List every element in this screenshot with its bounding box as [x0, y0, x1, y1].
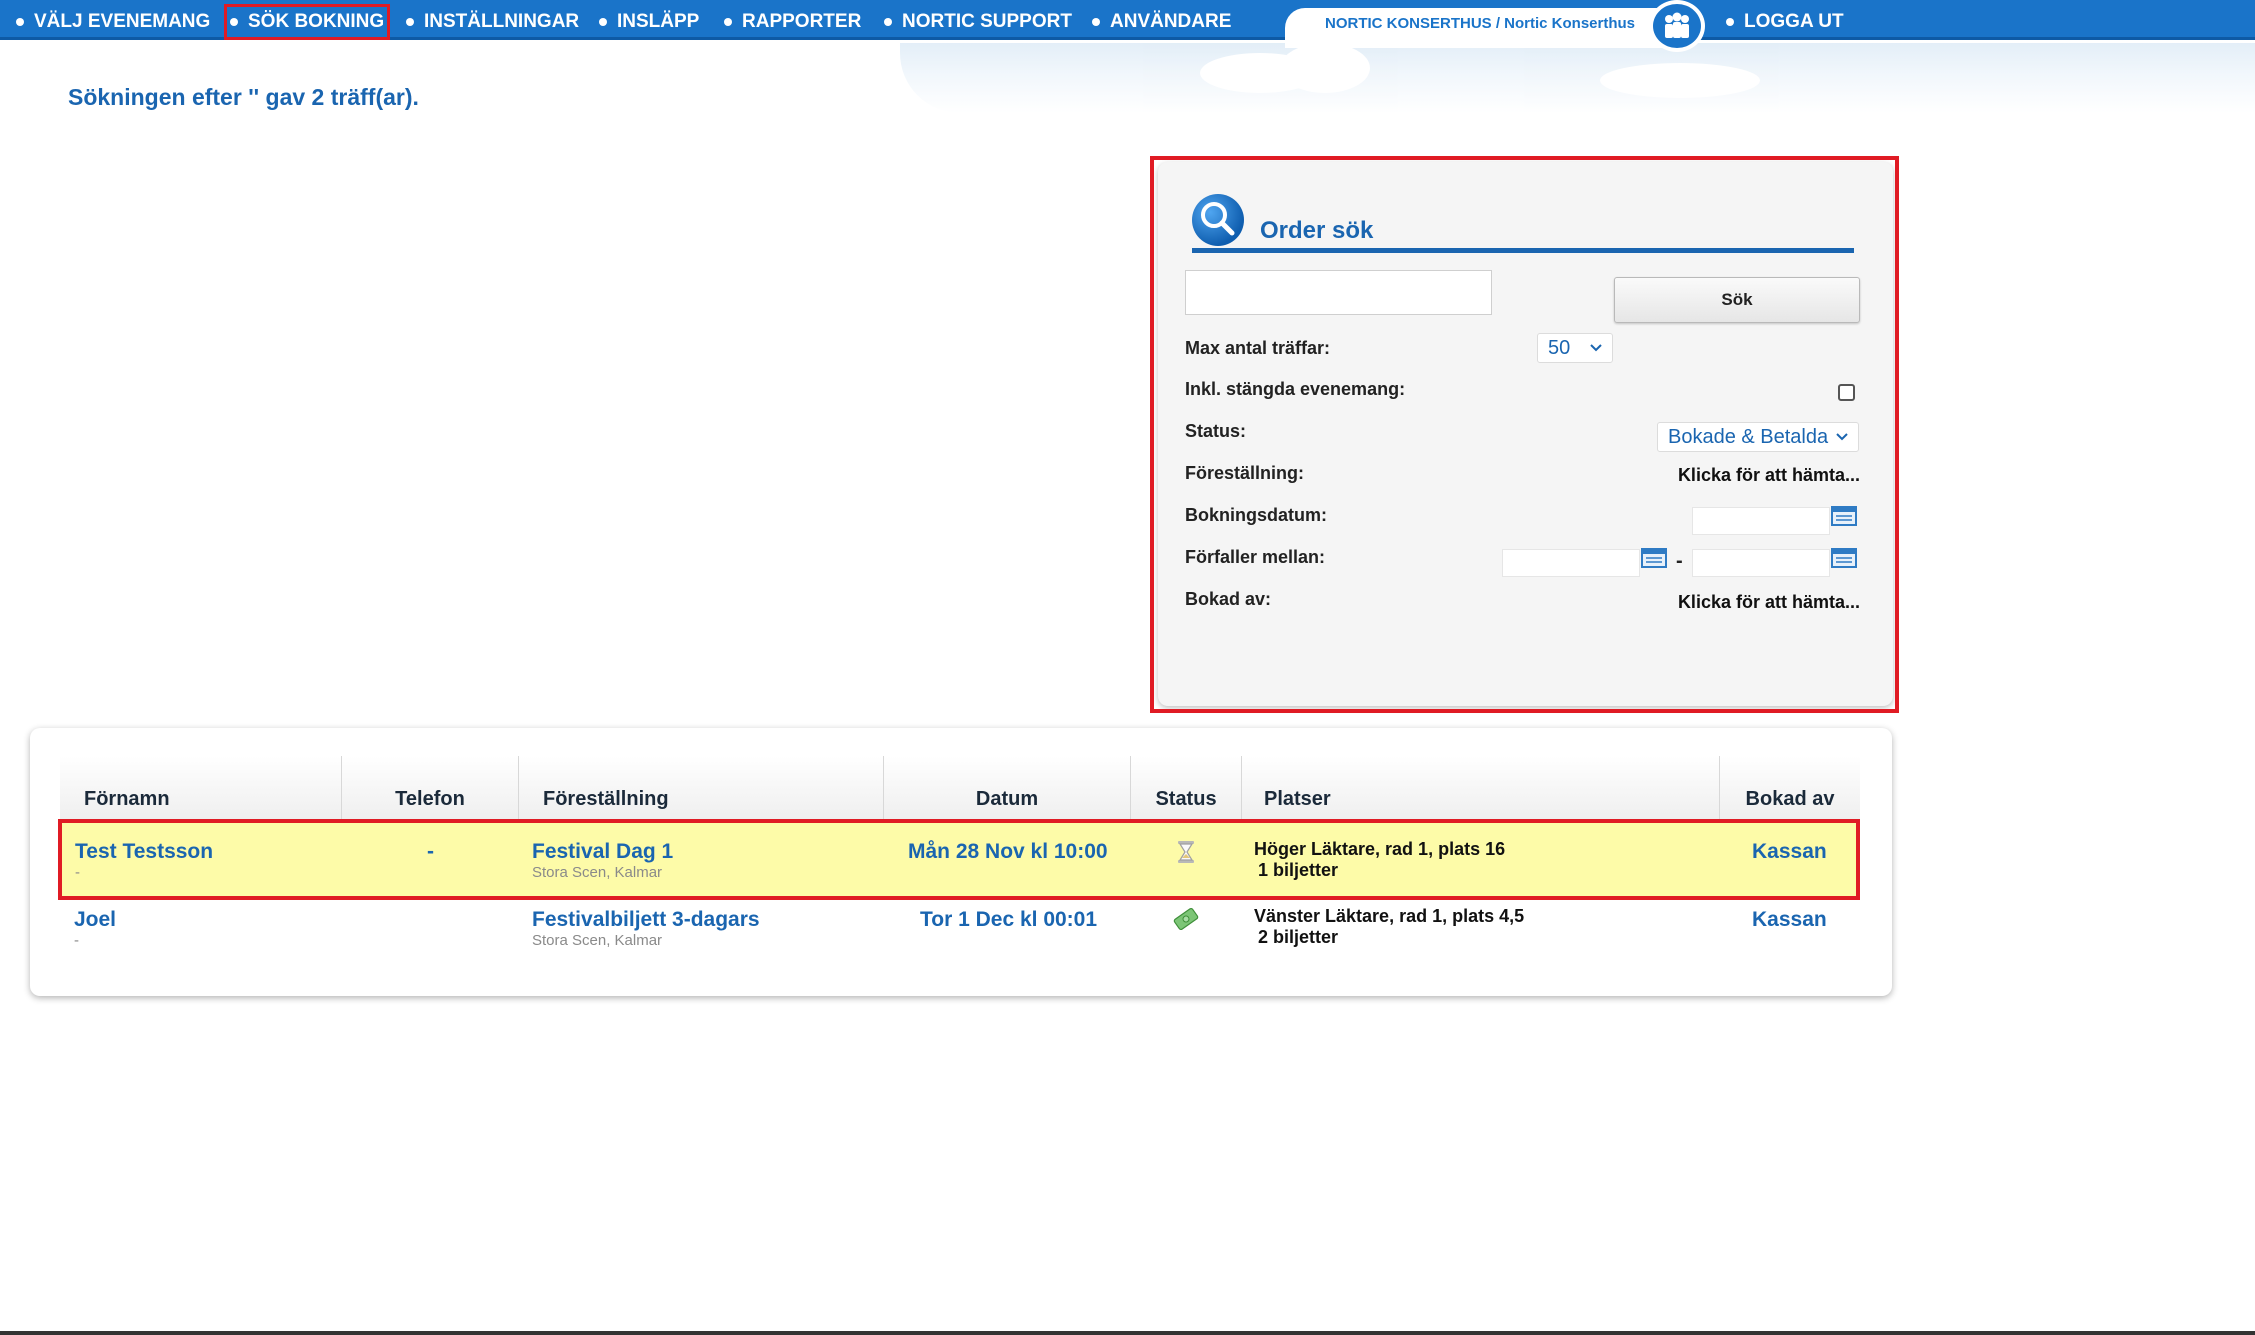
nav-label: INSLÄPP — [617, 11, 700, 32]
logout-link[interactable]: LOGGA UT — [1726, 10, 1844, 34]
row-tickets: 2 biljetter — [1258, 927, 1339, 947]
bullet-icon — [406, 18, 414, 26]
range-separator: - — [1676, 550, 1683, 572]
calendar-icon[interactable] — [1641, 548, 1667, 568]
search-button[interactable]: Sök — [1614, 277, 1860, 323]
nav-label: NORTIC SUPPORT — [902, 11, 1072, 32]
row-booked-by[interactable]: Kassan — [1752, 908, 1827, 932]
column-header-status[interactable]: Status — [1131, 756, 1242, 820]
nav-label: INSTÄLLNINGAR — [424, 11, 580, 32]
row-date: Tor 1 Dec kl 00:01 — [920, 908, 1098, 931]
header-clouds-decoration — [900, 43, 2255, 113]
booking-date-input[interactable] — [1692, 507, 1830, 535]
annotation-highlight-box — [58, 819, 1860, 900]
performance-label: Föreställning: — [1185, 463, 1305, 483]
org-name: NORTIC KONSERTHUS / Nortic Konserthus — [1325, 15, 1636, 32]
expires-label: Förfaller mellan: — [1185, 547, 1326, 567]
booking-date-label: Bokningsdatum: — [1185, 505, 1327, 525]
column-header-forestallning[interactable]: Föreställning — [519, 756, 884, 820]
row-seats: Vänster Läktare, rad 1, plats 4,5 — [1254, 906, 1525, 926]
booked-by-fetch-link[interactable]: Klicka för att hämta... — [1678, 591, 1860, 613]
calendar-icon[interactable] — [1831, 506, 1857, 526]
column-header-datum[interactable]: Datum — [884, 756, 1131, 820]
nav-label: SÖK BOKNING — [248, 11, 385, 32]
nav-item-rapporter[interactable]: RAPPORTER — [724, 10, 861, 34]
row-venue: Stora Scen, Kalmar — [532, 932, 663, 949]
bottom-edge — [0, 1331, 2255, 1335]
row-first-name[interactable]: Joel — [74, 908, 116, 932]
magnifier-icon — [1192, 194, 1244, 246]
bullet-icon — [599, 18, 607, 26]
nav-label: ANVÄNDARE — [1110, 11, 1232, 32]
column-header-telefon[interactable]: Telefon — [342, 756, 519, 820]
bullet-icon — [16, 18, 24, 26]
include-closed-label: Inkl. stängda evenemang: — [1185, 379, 1406, 399]
expires-to-input[interactable] — [1692, 549, 1830, 577]
nav-item-installningar[interactable]: INSTÄLLNINGAR — [406, 10, 579, 34]
nav-item-anvandare[interactable]: ANVÄNDARE — [1092, 10, 1231, 34]
search-result-heading: Sökningen efter '' gav 2 träff(ar). — [68, 84, 419, 110]
nav-item-valj-evenemang[interactable]: VÄLJ EVENEMANG — [16, 10, 210, 34]
users-icon[interactable] — [1649, 0, 1705, 52]
order-search-input[interactable] — [1185, 270, 1492, 315]
nav-label: RAPPORTER — [742, 11, 862, 32]
max-hits-value: 50 — [1548, 336, 1571, 359]
status-value: Bokade & Betalda — [1668, 425, 1829, 448]
panel-title: Order sök — [1260, 217, 1374, 244]
include-closed-checkbox[interactable] — [1838, 384, 1855, 401]
panel-divider — [1192, 248, 1854, 253]
status-select[interactable]: Bokade & Betalda — [1657, 422, 1859, 452]
money-icon — [1173, 907, 1199, 931]
max-hits-label: Max antal träffar: — [1185, 338, 1331, 358]
chevron-down-icon — [1590, 344, 1602, 352]
nav-item-sok-bokning[interactable]: SÖK BOKNING — [223, 4, 391, 40]
performance-fetch-link[interactable]: Klicka för att hämta... — [1678, 464, 1860, 486]
row-first-name-sub: - — [74, 932, 79, 949]
column-header-bokad-av[interactable]: Bokad av — [1720, 756, 1860, 820]
expires-from-input[interactable] — [1502, 549, 1640, 577]
max-hits-select[interactable]: 50 — [1537, 333, 1613, 363]
bullet-icon — [724, 18, 732, 26]
row-performance[interactable]: Festivalbiljett 3-dagars — [532, 908, 760, 932]
bullet-icon — [1726, 18, 1734, 26]
bullet-icon — [884, 18, 892, 26]
bullet-icon — [230, 18, 238, 26]
column-header-fornamn[interactable]: Förnamn — [60, 756, 342, 820]
bullet-icon — [1092, 18, 1100, 26]
status-label: Status: — [1185, 421, 1247, 441]
column-header-platser[interactable]: Platser — [1242, 756, 1720, 820]
logout-label: LOGGA UT — [1744, 11, 1844, 32]
chevron-down-icon — [1836, 433, 1848, 441]
calendar-icon[interactable] — [1831, 548, 1857, 568]
nav-item-inslapp[interactable]: INSLÄPP — [599, 10, 699, 34]
booked-by-label: Bokad av: — [1185, 589, 1272, 609]
nav-label: VÄLJ EVENEMANG — [34, 11, 211, 32]
nav-item-nortic-support[interactable]: NORTIC SUPPORT — [884, 10, 1072, 34]
